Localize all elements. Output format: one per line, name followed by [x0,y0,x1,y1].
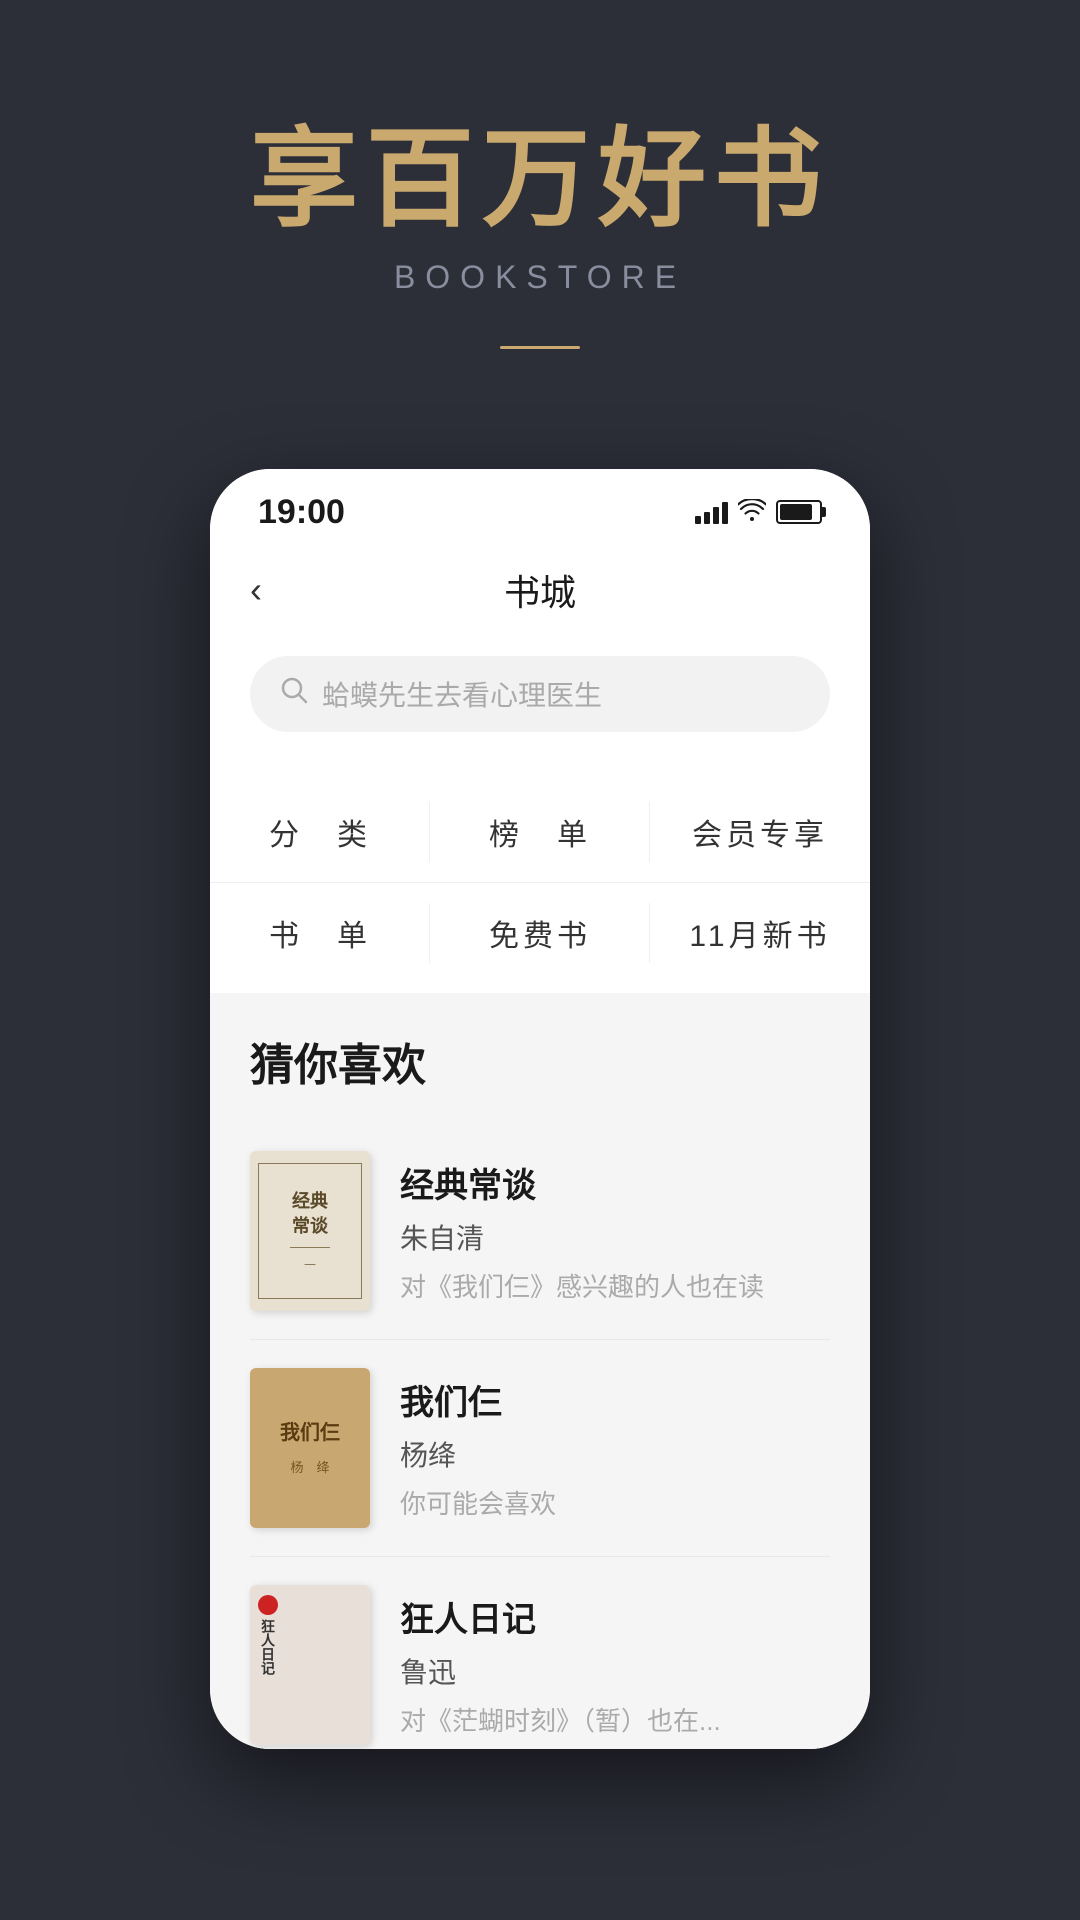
search-container: 蛤蟆先生去看心理医生 [210,636,870,752]
category-item-vip[interactable]: 会员专享 [650,782,870,882]
book-item[interactable]: 狂人日记 狂人日记 鲁迅 对《茫蝴时刻》（暂）也在... [250,1557,830,1749]
status-icons [695,497,822,528]
book-name: 我们仨 [400,1375,830,1424]
book-desc: 对《我们仨》感兴趣的人也在读 [400,1267,830,1304]
hero-subtitle: BOOKSTORE [394,259,686,296]
hero-section: 享百万好书 BOOKSTORE [0,0,1080,429]
battery-icon [776,500,822,524]
book-author: 鲁迅 [400,1651,830,1691]
book-name: 经典常谈 [400,1158,830,1207]
book-info-1: 经典常谈 朱自清 对《我们仨》感兴趣的人也在读 [400,1158,830,1304]
category-item-free[interactable]: 免费书 [430,883,650,983]
book-desc: 你可能会喜欢 [400,1484,830,1521]
book-desc: 对《茫蝴时刻》（暂）也在... [400,1701,830,1738]
search-icon [280,676,308,711]
book-author: 朱自清 [400,1217,830,1257]
search-bar[interactable]: 蛤蟆先生去看心理医生 [250,656,830,732]
category-item-classify[interactable]: 分 类 [210,782,430,882]
recommend-section: 猜你喜欢 经典常谈 一 经典常谈 朱自清 [210,993,870,1749]
book-item[interactable]: 我们仨 杨 绛 我们仨 杨绛 你可能会喜欢 [250,1340,830,1557]
book-name: 狂人日记 [400,1592,830,1641]
phone-screen: 19:00 [210,469,870,1749]
status-bar: 19:00 [210,469,870,548]
phone-mockup: 19:00 [210,469,870,1749]
nav-bar: ‹ 书城 [210,548,870,636]
wifi-icon [738,497,766,528]
category-row-1: 分 类 榜 单 会员专享 [210,782,870,883]
book-info-3: 狂人日记 鲁迅 对《茫蝴时刻》（暂）也在... [400,1592,830,1738]
book-author: 杨绛 [400,1434,830,1474]
nav-title: 书城 [504,564,576,616]
book-item[interactable]: 经典常谈 一 经典常谈 朱自清 对《我们仨》感兴趣的人也在读 [250,1123,830,1340]
category-grid: 分 类 榜 单 会员专享 书 单 免费书 11月新书 [210,762,870,993]
back-button[interactable]: ‹ [250,569,262,611]
book-cover-3: 狂人日记 [250,1585,370,1745]
category-item-booklist[interactable]: 书 单 [210,883,430,983]
category-item-newbooks[interactable]: 11月新书 [650,883,870,983]
category-item-ranking[interactable]: 榜 单 [430,782,650,882]
app-container: 享百万好书 BOOKSTORE 19:00 [0,0,1080,1920]
recommend-title: 猜你喜欢 [250,1029,830,1093]
search-placeholder-text: 蛤蟆先生去看心理医生 [322,674,602,714]
book-cover-2: 我们仨 杨 绛 [250,1368,370,1528]
category-row-2: 书 单 免费书 11月新书 [210,883,870,983]
status-time: 19:00 [258,493,345,532]
hero-title: 享百万好书 [250,120,830,239]
book-list: 经典常谈 一 经典常谈 朱自清 对《我们仨》感兴趣的人也在读 [250,1123,830,1749]
book-cover-1: 经典常谈 一 [250,1151,370,1311]
hero-divider [500,346,580,349]
book-info-2: 我们仨 杨绛 你可能会喜欢 [400,1375,830,1521]
signal-icon [695,500,728,524]
